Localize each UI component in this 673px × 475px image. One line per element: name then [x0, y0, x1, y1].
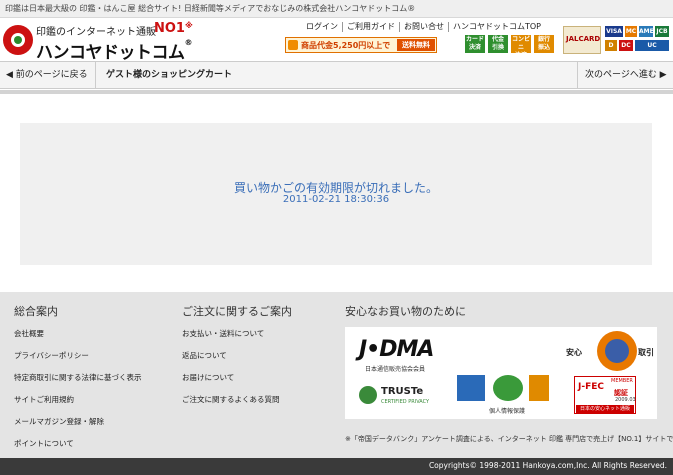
top-info-text: 印鑑は日本最大級の 印鑑・はんこ屋 総合サイト! 日経新聞等メディアでおなじみの… [5, 4, 416, 13]
logo-tagline: 印鑑のインターネット通販 [36, 27, 156, 38]
footer-col1-list: 会社概要 プライバシーポリシー 特定商取引に関する法律に基づく表示 サイトご利用… [14, 328, 142, 460]
nav-top[interactable]: ハンコヤドットコムTOP [448, 22, 545, 32]
site-header: 印鑑のインターネット通販 NO1※ ハンコヤドットコム® ログイン ご利用ガイド… [0, 18, 673, 63]
trust-badges-panel: J•DMA 日本通信販売協会会員 TRUSTe CERTIFIED PRIVAC… [345, 327, 657, 419]
top-info-strip: 印鑑は日本最大級の 印鑑・はんこ屋 総合サイト! 日経新聞等メディアでおなじみの… [0, 0, 673, 18]
footer-col1-heading: 総合案内 [14, 305, 58, 318]
promo-text: 商品代金5,250円以上で [301, 41, 391, 50]
jcb-card-icon: JCB [655, 26, 669, 37]
visa-card-icon: VISA [605, 26, 623, 37]
footer-link-faq[interactable]: ご注文に関するよくある質問 [182, 394, 280, 416]
copyright-bar: Copyrights© 1998-2011 Hankoya.com,Inc. A… [0, 458, 673, 475]
payment-cod-line2: 引換 [491, 44, 504, 51]
jalcard-text: JALCARD [566, 35, 601, 43]
truste-subtitle: CERTIFIED PRIVACY [381, 399, 430, 405]
footer-link-delivery[interactable]: お届けについて [182, 372, 280, 394]
logo-no1: NO1※ [154, 21, 193, 36]
shipping-icon [288, 40, 298, 50]
truste-badge[interactable]: TRUSTe CERTIFIED PRIVACY [359, 383, 441, 409]
mastercard-icon: MC [625, 26, 637, 37]
footer-link-points[interactable]: ポイントについて [14, 438, 142, 460]
payment-bank-badge[interactable]: 銀行 振込 [534, 35, 554, 53]
uc-card-icon: UC [635, 40, 669, 51]
payment-convenience-badge[interactable]: コンビニ 決済 [511, 35, 531, 59]
site-footer: 総合案内 会社概要 プライバシーポリシー 特定商取引に関する法律に基づく表示 サ… [0, 292, 673, 475]
promo-free-label: 送料無料 [397, 39, 435, 51]
footer-col2-list: お支払い・送料について 返品について お届けについて ご注文に関するよくある質問 [182, 328, 280, 416]
seal-right-label: 取引 [638, 348, 654, 357]
truste-check-icon [359, 386, 377, 404]
footer-link-payment[interactable]: お支払い・送料について [182, 328, 280, 350]
logo-reg-mark: ® [184, 38, 193, 47]
payment-card-badge[interactable]: カード 決済 [465, 35, 485, 53]
nav-login[interactable]: ログイン [302, 22, 342, 32]
security-seal-icon[interactable] [529, 375, 549, 401]
amex-card-icon: AMEX [639, 26, 659, 37]
seal-left-label: 安心 [566, 348, 582, 357]
payment-bank-line2: 振込 [537, 44, 550, 51]
payment-card-line2: 決済 [468, 44, 481, 51]
jalcard-badge[interactable]: JALCARD [563, 26, 601, 54]
footer-link-privacy[interactable]: プライバシーポリシー [14, 350, 142, 372]
payment-cod-line1: 代金 [491, 36, 504, 43]
header-nav: ログイン ご利用ガイド お問い合せ ハンコヤドットコムTOP [302, 22, 545, 32]
jfec-member: MEMBER [611, 378, 633, 384]
footer-note: ※「帝国データバンク」アンケート調査による、インターネット 印鑑 専門店で売上げ… [345, 435, 673, 443]
dc-card-icon: DC [619, 40, 633, 51]
truste-word: TRUSTe [381, 386, 424, 397]
jipdec-icon[interactable] [493, 375, 523, 401]
jdma-logo[interactable]: J•DMA [359, 337, 434, 362]
footer-link-tokusho[interactable]: 特定商取引に関する法律に基づく表示 [14, 372, 142, 394]
pmark-icon[interactable] [457, 375, 485, 401]
copyright-text: Copyrights© 1998-2011 Hankoya.com,Inc. A… [428, 461, 667, 470]
logo-main[interactable]: ハンコヤドットコム® [36, 38, 192, 63]
logo-main-text: ハンコヤドットコム [36, 43, 185, 63]
payment-cod-badge[interactable]: 代金 引換 [488, 35, 508, 53]
nav-guide[interactable]: ご利用ガイド [342, 22, 399, 32]
payment-convenience-line1: コンビニ [511, 36, 530, 51]
payment-card-line1: カード [465, 36, 484, 43]
logo-mark-icon[interactable] [3, 25, 33, 55]
nav-contact[interactable]: お問い合せ [399, 22, 448, 32]
jfec-badge[interactable]: J-FEC MEMBER 認証 2009.03 日本の安心ネット通販 [574, 376, 636, 414]
jfec-word: J-FEC [578, 382, 604, 392]
payment-bank-line1: 銀行 [537, 36, 550, 43]
footer-link-returns[interactable]: 返品について [182, 350, 280, 372]
jdma-caption: 日本通信販売協会会員 [365, 366, 426, 373]
footer-link-terms[interactable]: サイトご利用規約 [14, 394, 142, 416]
cart-subheader: ◀ 前のページに戻る ゲスト様のショッピングカート 次のページへ進む ▶ [0, 61, 673, 89]
free-shipping-banner[interactable]: 商品代金5,250円以上で 送料無料 [285, 37, 437, 53]
pmark-caption: 個人情報保護 [489, 408, 526, 415]
footer-col3-heading: 安心なお買い物のために [345, 305, 466, 318]
expired-timestamp: 2011-02-21 18:30:36 [282, 194, 390, 205]
logo-no1-mark: ※ [184, 21, 193, 30]
footer-col2-heading: ご注文に関するご案内 [182, 305, 292, 318]
jfec-banner: 日本の安心ネット通販 [576, 405, 634, 413]
footer-link-company[interactable]: 会社概要 [14, 328, 142, 350]
page-title: ゲスト様のショッピングカート [106, 70, 233, 80]
next-button[interactable]: 次のページへ進む ▶ [577, 62, 673, 88]
guarantee-seal-icon[interactable] [597, 331, 637, 371]
payment-convenience-line2: 決済 [514, 52, 527, 59]
header-divider [0, 90, 673, 94]
jfec-date: 2009.03 [615, 397, 636, 403]
expired-message-box: 買い物かごの有効期限が切れました。 2011-02-21 18:30:36 [20, 123, 652, 265]
diners-card-icon: D [605, 40, 617, 51]
footer-link-mailmagazine[interactable]: メールマガジン登録・解除 [14, 416, 142, 438]
logo-no1-text: NO1 [154, 21, 185, 36]
back-button[interactable]: ◀ 前のページに戻る [0, 62, 96, 88]
